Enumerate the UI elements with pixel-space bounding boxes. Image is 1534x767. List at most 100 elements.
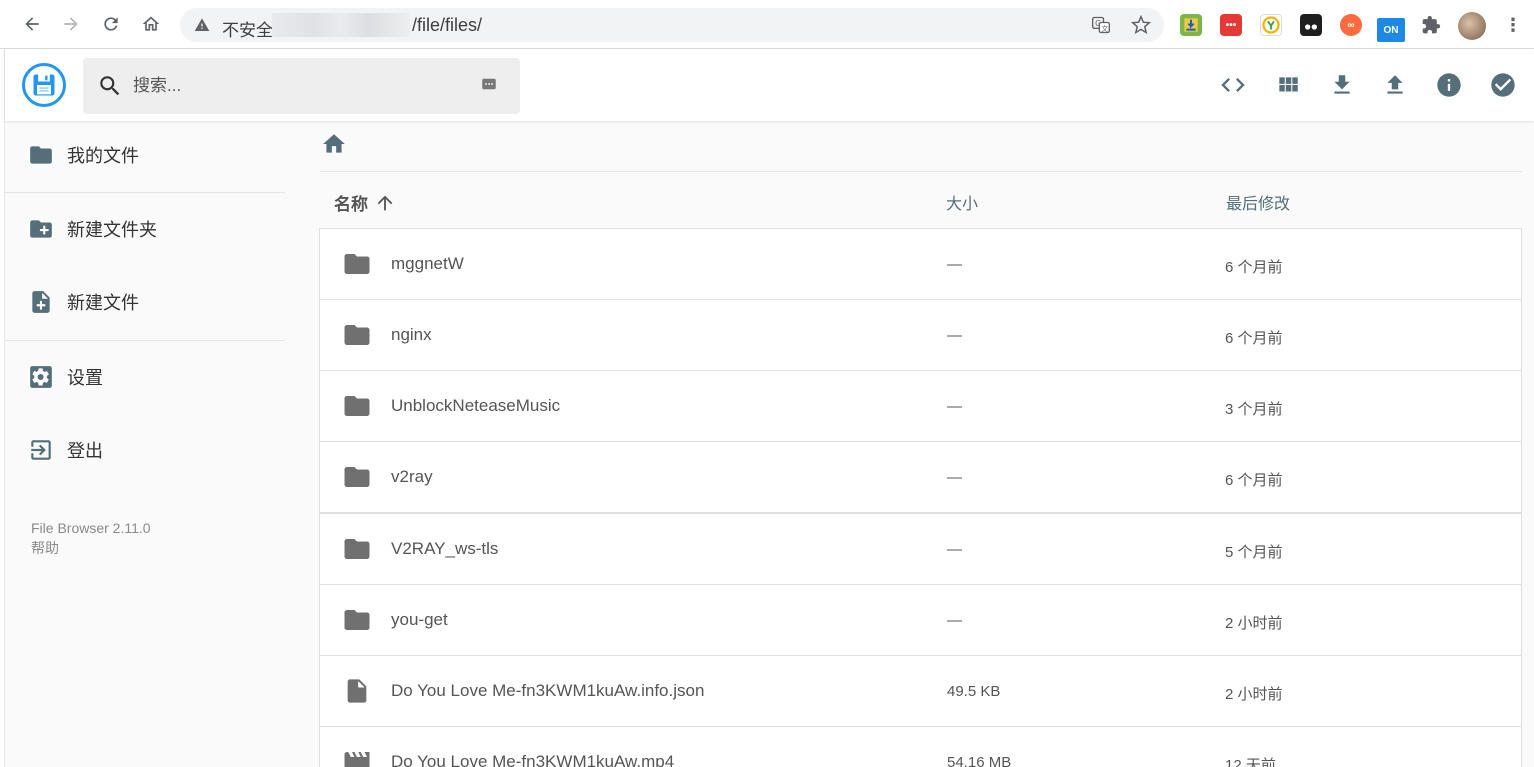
on-toggle-label: ON	[1383, 24, 1399, 36]
code-view-button[interactable]	[1217, 69, 1249, 101]
file-size: —	[947, 398, 962, 415]
file-size: —	[947, 256, 962, 273]
list-item[interactable]: nginx — 6 个月前	[319, 299, 1522, 371]
folder-icon	[340, 320, 374, 350]
home-icon[interactable]	[320, 131, 348, 157]
list-item[interactable]: UnblockNeteaseMusic — 3 个月前	[319, 370, 1522, 442]
sidebar-item-my-files[interactable]: 我的文件	[5, 126, 285, 184]
create-new-folder-icon	[27, 215, 55, 243]
file-size: —	[947, 327, 962, 344]
version-label: File Browser 2.11.0	[31, 520, 151, 536]
settings-icon	[27, 363, 55, 391]
folder-icon	[340, 534, 374, 564]
sidebar-item-settings[interactable]: 设置	[5, 348, 285, 406]
file-name: Do You Love Me-fn3KWM1kuAw.info.json	[391, 681, 705, 700]
arrow-right-icon	[64, 17, 78, 31]
column-header-size[interactable]: 大小	[946, 190, 978, 214]
breadcrumb	[320, 130, 1522, 172]
sidebar-item-label: 登出	[67, 441, 103, 461]
grid-view-icon	[1279, 77, 1298, 92]
upload-button[interactable]	[1379, 69, 1411, 101]
warning-icon	[192, 15, 212, 35]
list-item[interactable]: Do You Love Me-fn3KWM1kuAw.mp4 54.16 MB …	[319, 726, 1522, 767]
list-header: 名称 大小 最后修改	[320, 172, 1522, 228]
sidebar-item-label: 新建文件	[67, 293, 139, 313]
file-size: 54.16 MB	[947, 754, 1012, 767]
back-button[interactable]	[17, 9, 47, 39]
sidebar-item-label: 新建文件夹	[67, 220, 157, 240]
upload-icon	[1387, 75, 1403, 94]
sidebar-item-new-file[interactable]: 新建文件	[5, 273, 285, 331]
download-icon	[1334, 75, 1350, 94]
color-y-extension-icon[interactable]	[1260, 14, 1282, 36]
file-modified: 6 个月前	[1225, 330, 1283, 347]
info-icon	[1437, 73, 1461, 97]
folder-icon	[340, 462, 374, 492]
help-link[interactable]: 帮助	[31, 538, 151, 558]
file-size: —	[947, 612, 962, 629]
arrow-left-icon	[25, 17, 39, 31]
file-modified: 6 个月前	[1225, 259, 1283, 276]
search-box[interactable]	[83, 58, 520, 114]
translate-icon[interactable]: G文	[1090, 14, 1112, 36]
grid-view-button[interactable]	[1272, 69, 1304, 101]
search-input[interactable]	[133, 73, 463, 99]
list-item[interactable]: V2RAY_ws-tls — 5 个月前	[319, 513, 1522, 585]
sidebar-divider	[5, 192, 285, 193]
address-bar[interactable]: 不安全 /file/files/ G文	[180, 8, 1164, 42]
column-header-modified[interactable]: 最后修改	[1226, 190, 1290, 214]
file-modified: 3 个月前	[1225, 401, 1283, 418]
forward-button[interactable]	[56, 9, 86, 39]
insecure-label: 不安全	[222, 21, 273, 40]
sort-arrow-up-icon	[377, 195, 393, 210]
movie-icon	[340, 747, 374, 767]
sidebar-item-label: 我的文件	[67, 146, 139, 166]
file-icon	[340, 676, 374, 706]
file-name: v2ray	[391, 467, 433, 486]
file-name: Do You Love Me-fn3KWM1kuAw.mp4	[391, 752, 675, 767]
browser-toolbar: 不安全 /file/files/ G文 ••• ∞ ON ⋮	[0, 0, 1534, 49]
file-name: you-get	[391, 610, 448, 629]
bookmark-star-icon[interactable]	[1130, 14, 1152, 36]
search-type-icon[interactable]	[480, 75, 498, 93]
download-extension-icon[interactable]	[1180, 14, 1202, 36]
note-add-icon	[27, 288, 55, 316]
tampermonkey-extension-icon[interactable]	[1300, 14, 1322, 36]
file-size: —	[947, 469, 962, 486]
list-item[interactable]: mggnetW — 6 个月前	[319, 228, 1522, 300]
list-item[interactable]: Do You Love Me-fn3KWM1kuAw.info.json 49.…	[319, 655, 1522, 727]
file-modified: 6 个月前	[1225, 472, 1283, 489]
file-browser-logo[interactable]	[22, 63, 66, 107]
column-header-name[interactable]: 名称	[334, 190, 396, 215]
sidebar-divider	[5, 340, 285, 341]
floppy-disk-icon	[33, 74, 55, 96]
sidebar-item-new-folder[interactable]: 新建文件夹	[5, 200, 285, 258]
select-multiple-button[interactable]	[1487, 69, 1519, 101]
exit-icon	[27, 436, 55, 464]
select-check-icon	[1491, 73, 1515, 97]
download-button[interactable]	[1326, 69, 1358, 101]
on-toggle-extension-icon[interactable]: ON	[1377, 18, 1405, 42]
sidebar: 我的文件 新建文件夹 新建文件 设置 登出 File Browser 2.11.…	[5, 121, 285, 767]
folder-icon	[340, 249, 374, 279]
profile-avatar[interactable]	[1458, 12, 1486, 40]
chrome-menu-icon[interactable]: ⋮	[1502, 14, 1524, 36]
red-dots-extension-icon[interactable]: •••	[1220, 14, 1242, 36]
puzzle-icon[interactable]	[1420, 14, 1442, 36]
reload-button[interactable]	[96, 9, 126, 39]
credits: File Browser 2.11.0 帮助	[31, 518, 151, 558]
file-name: V2RAY_ws-tls	[391, 539, 499, 558]
info-button[interactable]	[1433, 69, 1465, 101]
sidebar-item-label: 设置	[67, 368, 103, 388]
infinity-extension-icon[interactable]: ∞	[1340, 14, 1362, 36]
redacted-host	[272, 13, 410, 37]
home-button[interactable]	[136, 9, 166, 39]
home-outline-icon	[142, 16, 160, 31]
code-view-icon	[1221, 78, 1245, 92]
file-name: UnblockNeteaseMusic	[391, 396, 561, 415]
list-item[interactable]: you-get — 2 小时前	[319, 584, 1522, 656]
svg-text:文: 文	[1101, 24, 1108, 33]
sidebar-item-logout[interactable]: 登出	[5, 421, 285, 479]
list-item[interactable]: v2ray — 6 个月前	[319, 441, 1522, 513]
search-icon	[100, 76, 120, 96]
